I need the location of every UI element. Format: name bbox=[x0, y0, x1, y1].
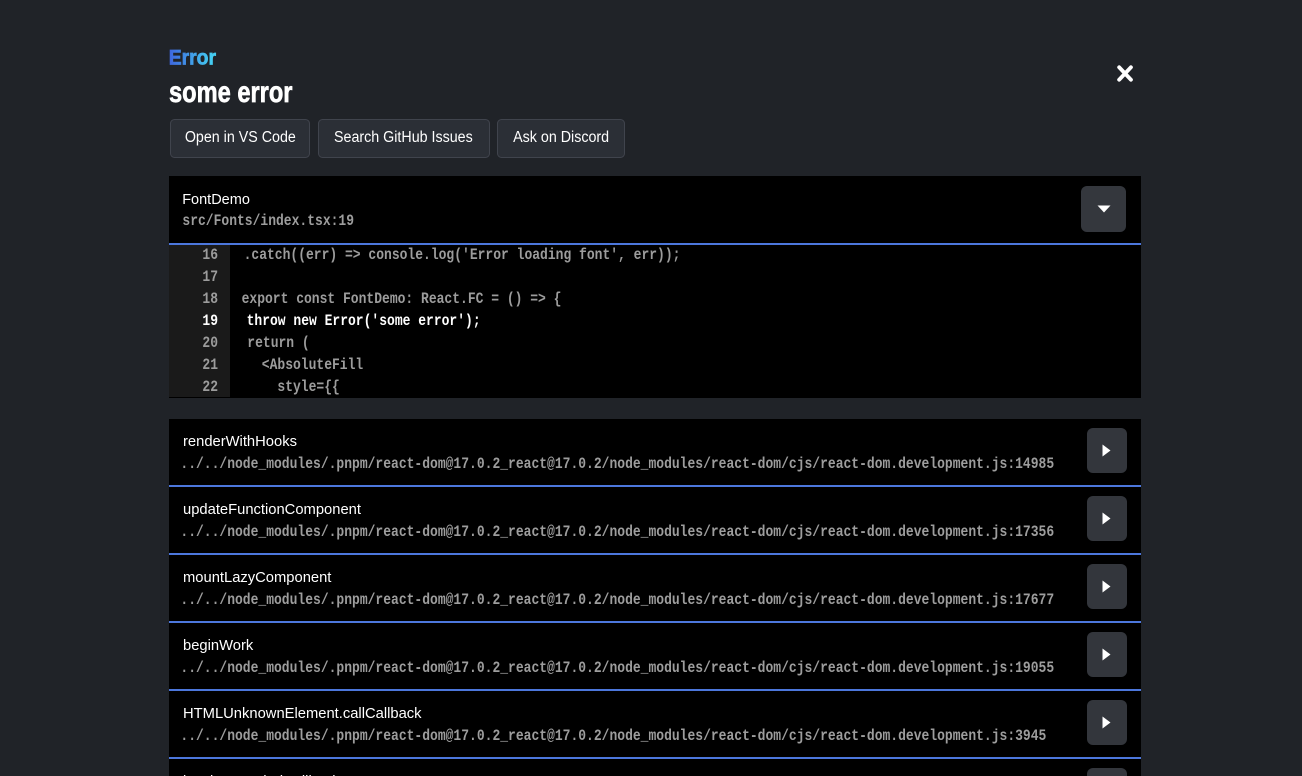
svg-text:Error: Error bbox=[169, 47, 216, 70]
